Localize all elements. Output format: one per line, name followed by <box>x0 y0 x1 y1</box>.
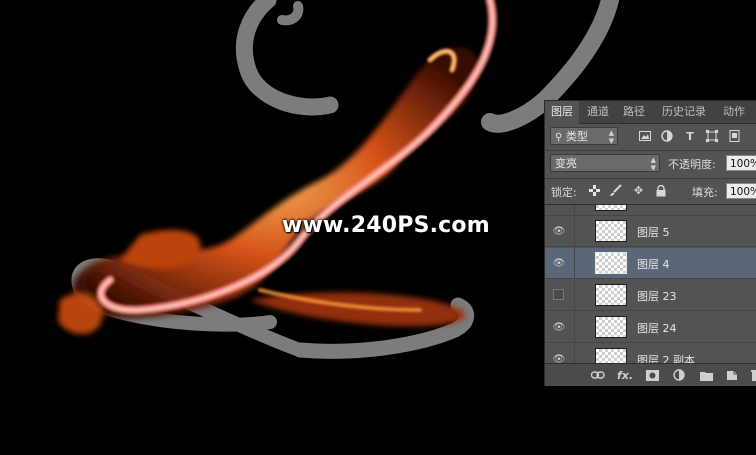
lock-position-move-icon[interactable]: ✥ <box>632 184 645 197</box>
blend-mode-select[interactable]: 变亮 ▲ ▼ <box>550 154 660 172</box>
layer-thumbnail <box>595 316 627 338</box>
chevron-updown-icon: ▲ ▼ <box>650 156 656 172</box>
tab-layers[interactable]: 图层 <box>545 101 579 124</box>
divider <box>574 216 575 247</box>
divider <box>574 205 575 216</box>
panel-tabs: 图层 通道 路径 历史记录 动作 <box>545 101 756 124</box>
filter-row: ⚲ 类型 ▲ ▼ T <box>545 124 756 148</box>
layer-row[interactable]: 👁 图层 24 <box>545 312 756 343</box>
layers-list: 👁 👁 图层 5 👁 图层 4 图层 23 👁 图层 24 <box>545 204 756 363</box>
layer-name: 图层 4 <box>637 258 670 271</box>
new-group-icon[interactable] <box>699 368 713 382</box>
link-layers-icon[interactable] <box>591 368 605 382</box>
blend-mode-value: 变亮 <box>555 157 577 170</box>
fx-icon[interactable]: fx. <box>617 368 633 382</box>
layer-thumbnail <box>595 220 627 242</box>
fill-input[interactable]: 100% <box>726 183 756 199</box>
layer-thumbnail <box>595 205 627 211</box>
shape-filter-icon[interactable] <box>706 130 718 142</box>
text-filter-icon[interactable]: T <box>684 130 696 143</box>
new-layer-icon[interactable] <box>725 368 739 382</box>
layers-panel: 图层 通道 路径 历史记录 动作 ⚲ 类型 ▲ ▼ T 变亮 ▲ ▼ 不透明度: 1 <box>544 100 756 386</box>
opacity-label: 不透明度: <box>668 158 716 171</box>
adjustment-layer-icon[interactable] <box>672 368 686 382</box>
divider <box>574 248 575 279</box>
layer-row[interactable]: 👁 图层 2 副本 <box>545 344 756 363</box>
layer-row[interactable]: 👁 <box>545 205 756 216</box>
visibility-eye-icon[interactable]: 👁 <box>551 225 567 237</box>
image-filter-icon[interactable] <box>639 130 651 142</box>
delete-layer-icon[interactable] <box>749 368 756 382</box>
layer-thumbnail <box>595 284 627 306</box>
chevron-updown-icon: ▲ ▼ <box>608 129 614 145</box>
filter-kind-select[interactable]: ⚲ 类型 ▲ ▼ <box>550 127 618 145</box>
tab-channels[interactable]: 通道 <box>581 101 615 123</box>
layer-name: 图层 2 副本 <box>637 354 695 363</box>
layer-row[interactable]: 👁 图层 5 <box>545 216 756 247</box>
lock-all-padlock-icon[interactable] <box>654 184 667 197</box>
watermark-text: www.240PS.com <box>282 213 490 238</box>
visibility-hidden-box-icon[interactable] <box>553 289 564 300</box>
search-icon: ⚲ <box>555 132 563 143</box>
tab-actions[interactable]: 动作 <box>717 101 751 123</box>
layer-row-selected[interactable]: 👁 图层 4 <box>545 248 756 279</box>
fill-label: 填充: <box>692 186 718 199</box>
layer-row[interactable]: 图层 23 <box>545 280 756 311</box>
tab-paths[interactable]: 路径 <box>617 101 651 123</box>
lock-label: 锁定: <box>551 186 577 199</box>
filter-kind-label: 类型 <box>565 130 588 143</box>
blend-opacity-row: 变亮 ▲▼ 不透明度: 100% <box>545 150 756 177</box>
layer-thumbnail <box>595 252 627 274</box>
layer-name: 图层 23 <box>637 290 677 303</box>
opacity-input[interactable]: 100% <box>726 155 756 171</box>
divider <box>574 280 575 311</box>
lock-image-pixels-brush-icon[interactable] <box>609 184 622 197</box>
visibility-eye-icon[interactable]: 👁 <box>551 353 567 364</box>
lock-transparent-pixels-icon[interactable] <box>588 184 601 197</box>
visibility-eye-icon[interactable]: 👁 <box>551 321 567 333</box>
add-mask-icon[interactable] <box>645 368 659 382</box>
tab-history[interactable]: 历史记录 <box>655 101 713 123</box>
divider <box>574 312 575 343</box>
lock-fill-row: 锁定: ✥ 填充: 100% <box>545 178 756 203</box>
smart-object-filter-icon[interactable] <box>729 130 741 142</box>
visibility-eye-icon[interactable]: 👁 <box>551 257 567 269</box>
layer-thumbnail <box>595 348 627 363</box>
visibility-eye-icon[interactable]: 👁 <box>551 205 567 206</box>
layers-footer: fx. <box>545 363 756 386</box>
layer-name: 图层 24 <box>637 322 677 335</box>
adjustment-filter-icon[interactable] <box>661 130 673 142</box>
divider <box>574 344 575 363</box>
layer-name: 图层 5 <box>637 226 670 239</box>
